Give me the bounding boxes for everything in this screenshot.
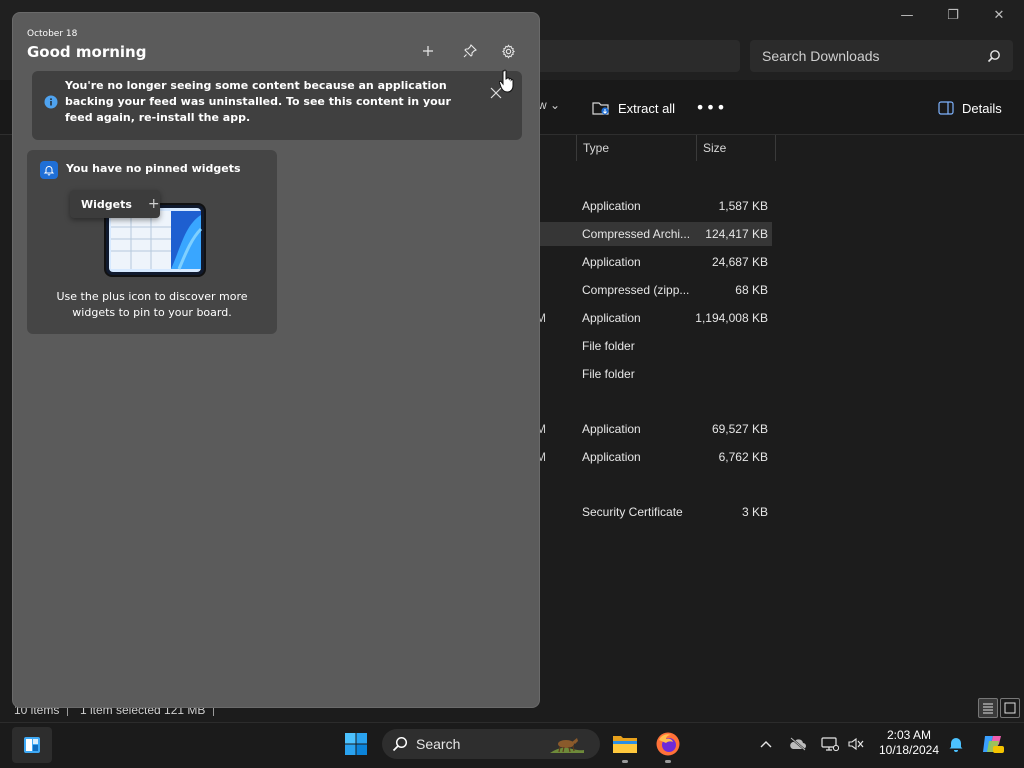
file-row[interactable]: lApplication24,687 KB [530,250,772,274]
search-downloads-box[interactable]: Search Downloads [750,40,1013,72]
file-size: 68 KB [735,283,768,297]
column-divider [775,135,776,161]
pin-board-button[interactable] [456,37,484,65]
clock-date: 10/18/2024 [878,743,940,757]
onedrive-tray-button[interactable] [788,733,808,755]
widgets-board: October 18 Good morning You're no longer… [12,12,540,708]
file-size: 6,762 KB [718,450,768,464]
widgets-icon [24,737,40,753]
file-row[interactable]: M Application 69,527 KB [530,417,772,441]
settings-button[interactable] [494,37,522,65]
file-type: Security Certificate [582,505,683,519]
running-indicator [622,760,628,763]
file-row[interactable]: lFile folder [530,334,772,358]
no-pinned-widgets-card: You have no pinned widgets Widgets + Use… [27,150,277,334]
file-size: 24,687 KB [711,255,768,269]
details-label: Details [962,100,1002,116]
file-row[interactable]: Security Certificate 3 KB [530,500,772,524]
address-bar[interactable] [530,40,740,72]
file-size: 3 KB [741,505,768,519]
file-type: Application [582,255,641,269]
onedrive-offline-icon [790,737,806,751]
volume-tray-button[interactable] [846,733,866,755]
maximize-button[interactable]: ❐ [930,0,976,30]
tiles-view-toggle[interactable] [1000,698,1020,718]
extract-folder-icon [592,102,609,115]
windows-logo-icon [345,733,367,755]
file-size: 69,527 KB [711,422,768,436]
tiles-view-icon [1004,702,1016,714]
taskbar-search[interactable]: Search [382,729,600,759]
taskbar-file-explorer[interactable] [609,727,641,761]
add-widget-button[interactable] [414,37,442,65]
file-row[interactable]: M Application 6,762 KB [530,445,772,469]
extract-all-button[interactable]: Extract all [592,96,675,120]
clock-time: 2:03 AM [886,728,932,742]
speaker-muted-icon [848,737,864,751]
file-type: Application [582,311,641,325]
chevron-up-icon [760,741,772,748]
file-type: Compressed (zipp... [582,283,690,297]
file-type: Application [582,199,641,213]
plus-icon [423,46,433,56]
minimize-button[interactable]: — [884,0,930,30]
network-tray-button[interactable] [820,733,840,755]
copilot-button[interactable] [980,733,1006,755]
close-window-button[interactable]: ✕ [976,0,1022,30]
more-options-button[interactable]: ••• [695,96,725,118]
show-hidden-icons-button[interactable] [756,733,776,755]
running-indicator [665,760,671,763]
search-icon [392,736,408,752]
board-greeting: Good morning [27,43,147,61]
folder-icon [613,736,637,753]
file-size: 1,194,008 KB [695,311,768,325]
search-downloads-placeholder: Search Downloads [762,48,880,64]
file-type: Application [582,450,641,464]
network-disconnected-icon [821,737,839,752]
gear-icon [501,43,515,59]
details-pane-icon [938,101,954,115]
file-row[interactable]: lCompressed Archi...124,417 KB [530,222,772,246]
column-header-type[interactable]: Type [576,135,696,161]
start-button[interactable] [340,727,372,761]
chip-plus-icon: + [147,196,160,212]
list-view-icon [983,703,993,714]
details-pane-button[interactable]: Details [938,96,1002,120]
file-row[interactable]: M Application 1,194,008 KB [530,306,772,330]
file-size: 124,417 KB [705,227,768,241]
taskbar-search-label: Search [416,736,461,752]
file-size: 1,587 KB [718,199,768,213]
no-pinned-widgets-title: You have no pinned widgets [66,162,241,175]
notifications-button[interactable] [946,733,966,755]
copilot-icon [983,736,1004,753]
column-header-size[interactable]: Size [696,135,775,161]
feed-notice-banner: You're no longer seeing some content bec… [32,71,522,140]
pin-icon [463,44,477,58]
taskbar-firefox[interactable] [652,727,684,761]
search-highlight-art-icon [550,738,584,753]
file-type: Application [582,422,641,436]
file-type: File folder [582,339,635,353]
hand-cursor-icon [499,69,514,93]
bell-icon [40,161,58,179]
file-row[interactable]: lFile folder [530,362,772,386]
extract-all-label: Extract all [618,100,676,116]
search-icon [987,50,1000,63]
view-menu-button[interactable]: w ⌄ [538,98,560,112]
board-date: October 18 [27,29,78,39]
widgets-chip-label: Widgets [81,197,132,211]
file-row[interactable]: lApplication1,587 KB [530,194,772,218]
info-icon [44,95,58,109]
taskbar-widgets-button[interactable] [12,727,52,763]
widgets-chip: Widgets + [70,190,160,218]
file-type: Compressed Archi... [582,227,691,241]
bell-icon [949,738,963,752]
system-clock[interactable]: 2:03 AM 10/18/2024 [876,728,942,758]
details-view-toggle[interactable] [978,698,998,718]
no-pinned-widgets-description: Use the plus icon to discover more widge… [56,290,248,319]
feed-notice-text: You're no longer seeing some content bec… [65,79,451,124]
firefox-icon [656,732,680,756]
file-row[interactable]: lCompressed (zipp...68 KB [530,278,772,302]
file-type: File folder [582,367,635,381]
